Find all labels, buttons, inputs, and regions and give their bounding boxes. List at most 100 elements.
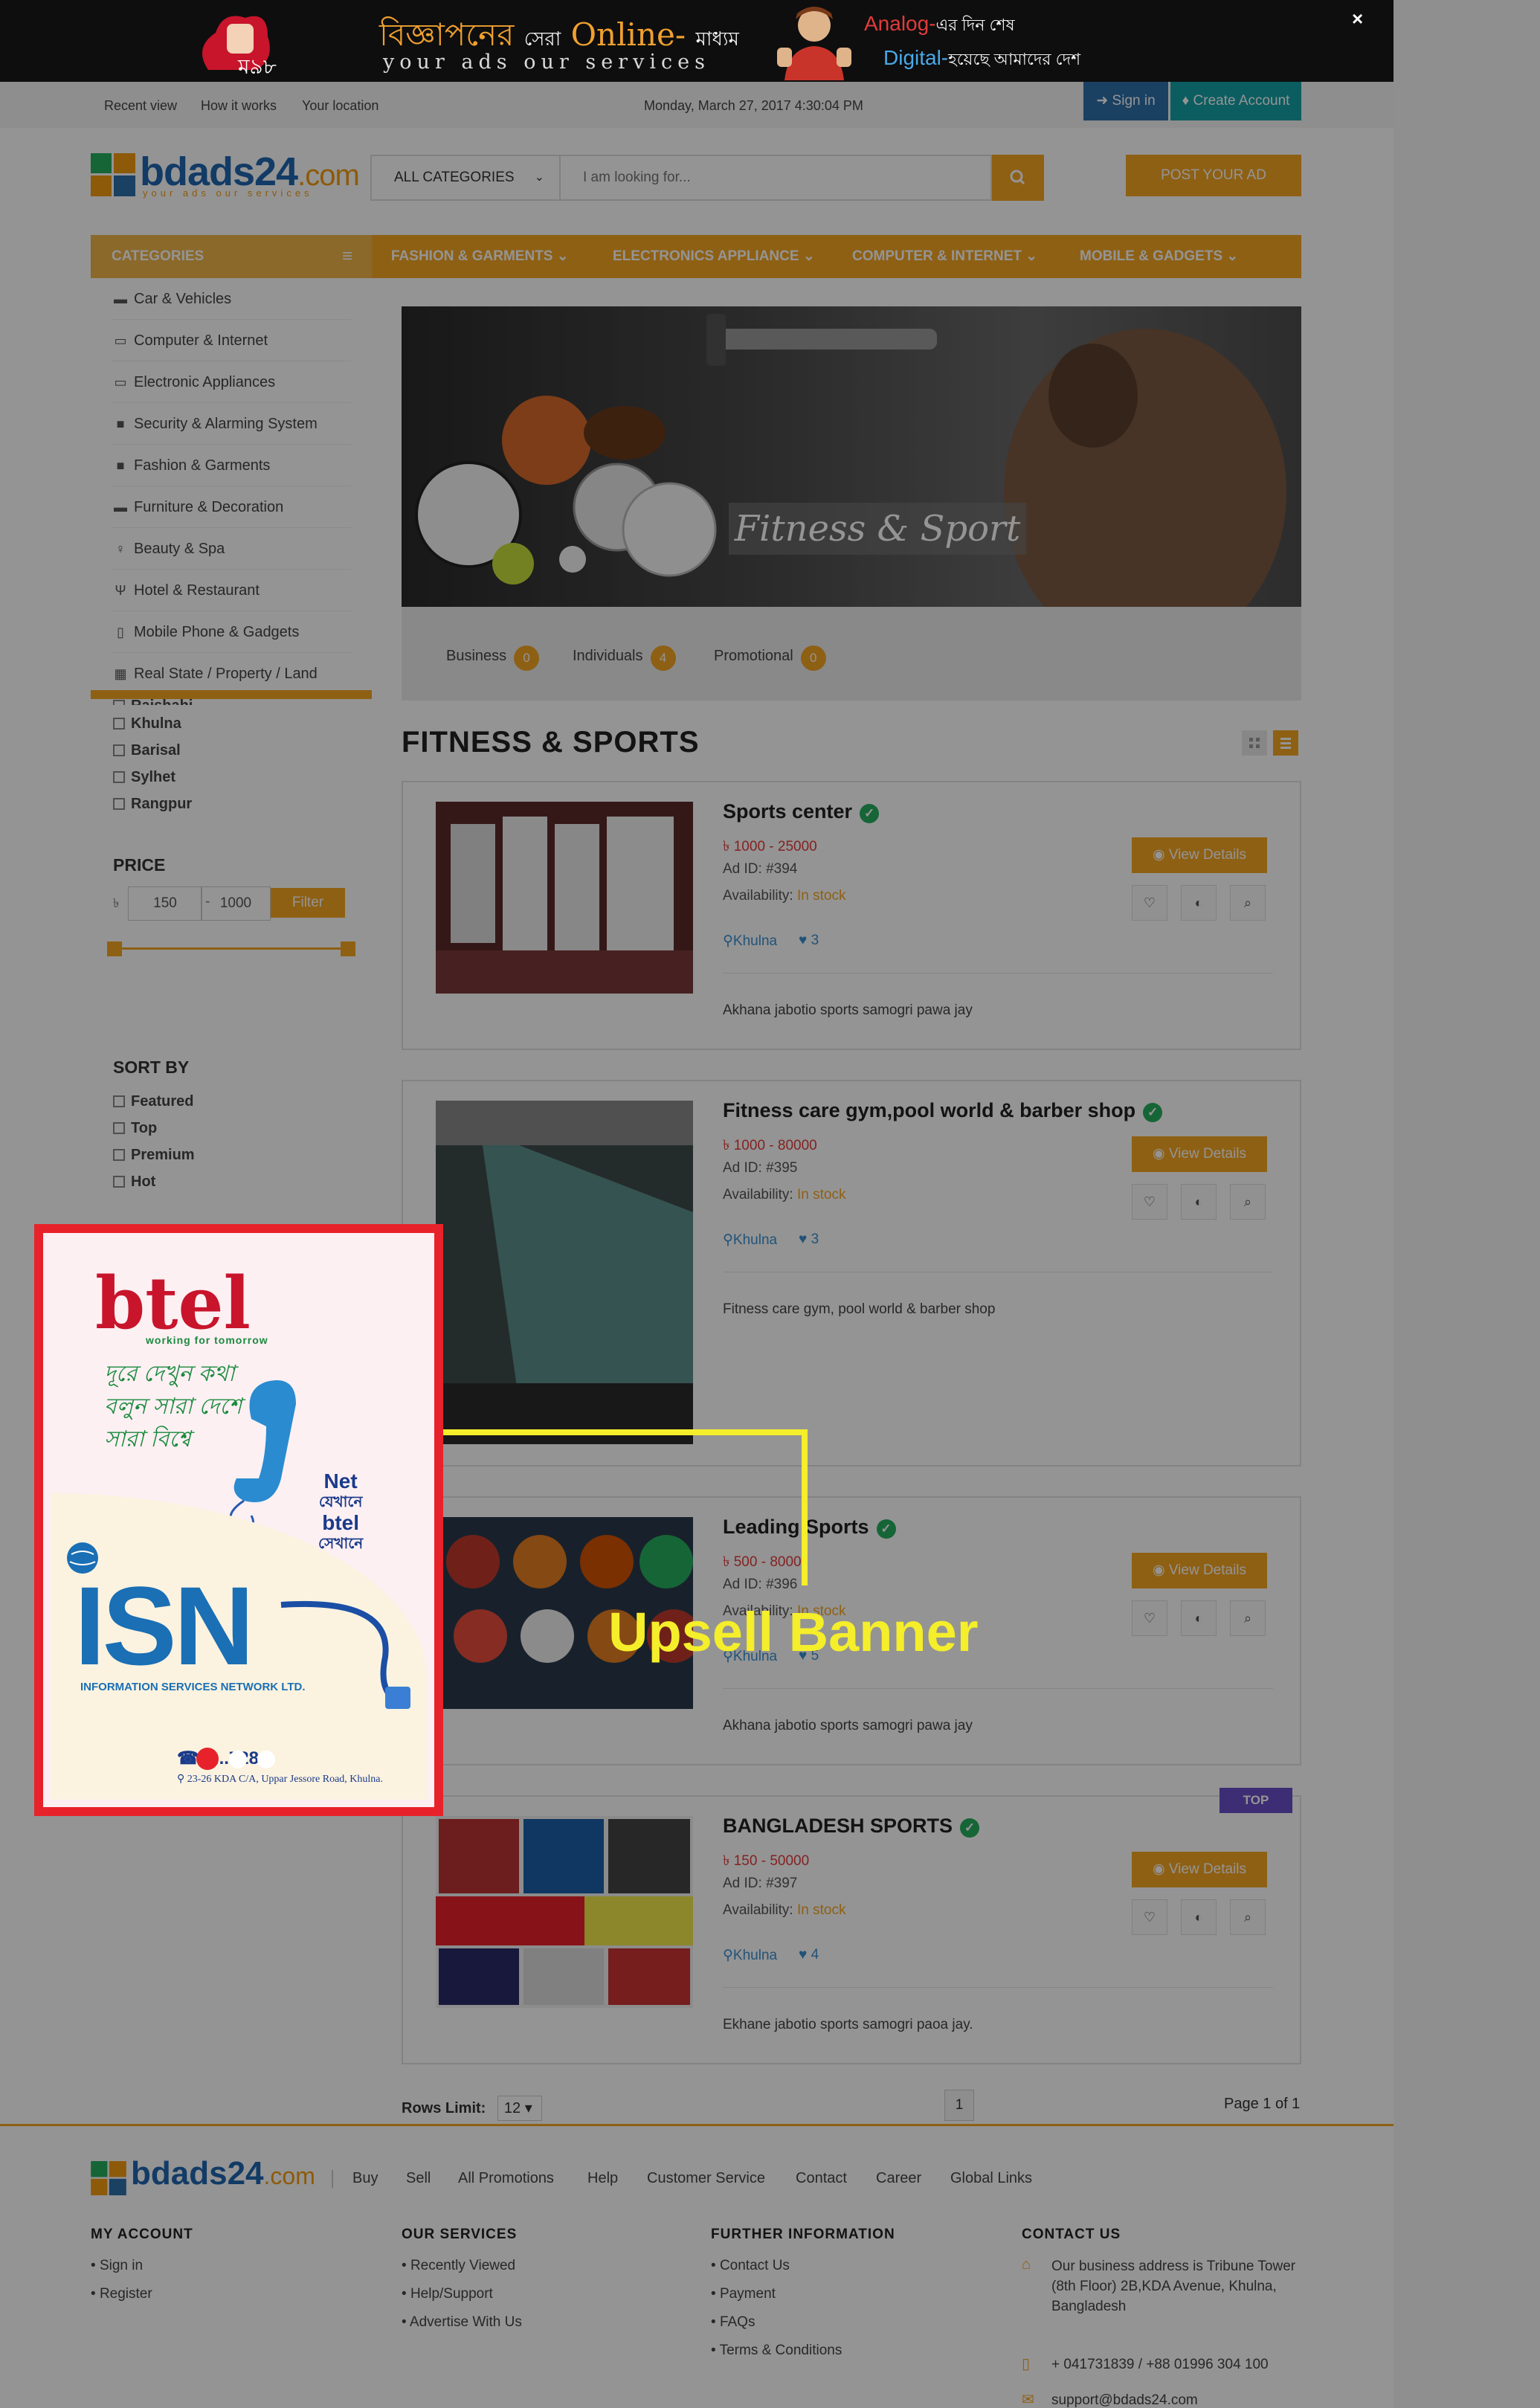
sort-premium[interactable]: Premium [113, 1147, 195, 1164]
footer-link-help[interactable]: Help [587, 2170, 618, 2187]
sidebar-item-electronic[interactable]: ▭ Electronic Appliances [112, 361, 351, 403]
view-details-button[interactable]: ◉ View Details [1132, 837, 1267, 873]
carousel-dot[interactable] [229, 1751, 247, 1768]
view-details-button[interactable]: ◉ View Details [1132, 1553, 1267, 1588]
city-khulna[interactable]: Khulna [113, 715, 181, 733]
footer-register-link[interactable]: • Register [91, 2286, 152, 2302]
city-rajshahi[interactable]: Rajshahi [113, 698, 193, 705]
nav-item-electronics[interactable]: ELECTRONICS APPLIANCE ⌄ [613, 235, 815, 278]
favorite-button[interactable]: ♡ [1132, 1184, 1167, 1220]
sidebar-item-realestate[interactable]: ▦ Real State / Property / Land [112, 653, 351, 695]
listing-location[interactable]: ⚲Khulna [723, 933, 777, 950]
footer-payment-link[interactable]: • Payment [711, 2286, 776, 2302]
how-it-works-link[interactable]: How it works [201, 98, 277, 114]
checkbox[interactable] [113, 1149, 125, 1161]
page-number-button[interactable]: 1 [944, 2090, 974, 2121]
tab-promotional[interactable]: Promotional 0 [714, 646, 826, 671]
compare-button[interactable]: ◐ [1181, 1600, 1217, 1636]
sidebar-item-mobile[interactable]: ▯ Mobile Phone & Gadgets [112, 611, 351, 653]
footer-link-promotions[interactable]: All Promotions [458, 2170, 554, 2187]
tab-business[interactable]: Business 0 [446, 646, 540, 671]
city-barisal[interactable]: Barisal [113, 742, 181, 759]
favorite-button[interactable]: ♡ [1132, 885, 1167, 921]
category-select[interactable]: ALL CATEGORIES ⌄ [370, 155, 561, 201]
sort-featured[interactable]: Featured [113, 1093, 193, 1110]
listing-photo[interactable] [436, 1816, 693, 2008]
footer-help-support-link[interactable]: • Help/Support [402, 2286, 493, 2302]
price-min-input[interactable]: 150 [128, 886, 202, 921]
tab-individuals[interactable]: Individuals 4 [573, 646, 676, 671]
checkbox[interactable] [113, 1095, 125, 1107]
price-range-handle-min[interactable] [107, 941, 122, 956]
sidebar-item-furniture[interactable]: ▬ Furniture & Decoration [112, 486, 351, 528]
listing-location[interactable]: ⚲Khulna [723, 1947, 777, 1964]
your-location-link[interactable]: Your location [302, 98, 378, 114]
compare-button[interactable]: ◐ [1181, 1184, 1217, 1220]
footer-link-customer-service[interactable]: Customer Service [647, 2170, 765, 2187]
footer-advertise-link[interactable]: • Advertise With Us [402, 2314, 522, 2331]
quick-view-button[interactable]: ⌕ [1230, 1899, 1266, 1935]
compare-button[interactable]: ◐ [1181, 1899, 1217, 1935]
search-input[interactable] [561, 155, 992, 201]
footer-link-contact[interactable]: Contact [796, 2170, 847, 2187]
checkbox[interactable] [113, 718, 125, 730]
post-ad-button[interactable]: POST YOUR AD [1126, 155, 1301, 196]
checkbox[interactable] [113, 700, 125, 705]
checkbox[interactable] [113, 1176, 125, 1188]
sort-hot[interactable]: Hot [113, 1174, 155, 1191]
footer-email[interactable]: support@bdads24.com [1051, 2390, 1198, 2408]
create-account-button[interactable]: ♦ Create Account [1170, 82, 1301, 120]
recent-view-link[interactable]: Recent view [104, 98, 177, 114]
search-button[interactable] [992, 155, 1044, 201]
city-sylhet[interactable]: Sylhet [113, 769, 175, 786]
footer-faqs-link[interactable]: • FAQs [711, 2314, 755, 2331]
footer-link-buy[interactable]: Buy [352, 2170, 378, 2187]
listing-title[interactable]: BANGLADESH SPORTS ✓ [723, 1815, 980, 1838]
sign-in-button[interactable]: ➜ Sign in [1083, 82, 1168, 120]
sidebar-item-security[interactable]: ■ Security & Alarming System [112, 403, 351, 445]
top-promo-banner[interactable]: ম৯৮ বিজ্ঞাপনের সেরা Online- মাধ্যম your … [0, 0, 1394, 82]
price-filter-button[interactable]: Filter [271, 888, 345, 918]
quick-view-button[interactable]: ⌕ [1230, 1184, 1266, 1220]
sidebar-item-computer[interactable]: ▭ Computer & Internet [112, 320, 351, 361]
sidebar-item-hotel[interactable]: Ψ Hotel & Restaurant [112, 570, 351, 611]
view-details-button[interactable]: ◉ View Details [1132, 1136, 1267, 1172]
footer-link-career[interactable]: Career [876, 2170, 921, 2187]
rows-limit-select[interactable]: 12 ▾ [497, 2096, 542, 2121]
price-range-handle-max[interactable] [341, 941, 355, 956]
price-max-input[interactable]: 1000 [201, 886, 271, 921]
checkbox[interactable] [113, 798, 125, 810]
listing-title[interactable]: Sports center ✓ [723, 800, 880, 823]
nav-item-computer[interactable]: COMPUTER & INTERNET ⌄ [852, 235, 1037, 278]
nav-item-mobile[interactable]: MOBILE & GADGETS ⌄ [1080, 235, 1238, 278]
sidebar-item-fashion[interactable]: ■ Fashion & Garments [112, 445, 351, 486]
grid-view-button[interactable] [1242, 730, 1267, 756]
site-logo[interactable]: bdads24.com your ads our services [91, 149, 360, 201]
compare-button[interactable]: ◐ [1181, 885, 1217, 921]
carousel-dot[interactable] [257, 1751, 275, 1768]
city-rangpur[interactable]: Rangpur [113, 796, 192, 813]
sidebar-item-car[interactable]: ▬ Car & Vehicles [112, 278, 351, 320]
sort-top[interactable]: Top [113, 1120, 157, 1137]
footer-recently-viewed-link[interactable]: • Recently Viewed [402, 2258, 515, 2274]
list-view-button[interactable] [1273, 730, 1298, 756]
listing-title[interactable]: Leading Sports ✓ [723, 1516, 896, 1539]
checkbox[interactable] [113, 771, 125, 783]
footer-contact-us-link[interactable]: • Contact Us [711, 2258, 790, 2274]
checkbox[interactable] [113, 744, 125, 756]
checkbox[interactable] [113, 1122, 125, 1134]
view-details-button[interactable]: ◉ View Details [1132, 1852, 1267, 1887]
footer-terms-link[interactable]: • Terms & Conditions [711, 2343, 842, 2359]
categories-toggle[interactable]: CATEGORIES ≡ [91, 235, 372, 278]
footer-sign-in-link[interactable]: • Sign in [91, 2258, 143, 2274]
quick-view-button[interactable]: ⌕ [1230, 1600, 1266, 1636]
favorite-button[interactable]: ♡ [1132, 1899, 1167, 1935]
nav-item-fashion[interactable]: FASHION & GARMENTS ⌄ [391, 235, 569, 278]
listing-title[interactable]: Fitness care gym,pool world & barber sho… [723, 1099, 1163, 1122]
listing-photo[interactable] [436, 802, 693, 994]
footer-link-sell[interactable]: Sell [406, 2170, 431, 2187]
close-banner-button[interactable]: × [1352, 7, 1363, 30]
footer-link-global[interactable]: Global Links [950, 2170, 1032, 2187]
favorite-button[interactable]: ♡ [1132, 1600, 1167, 1636]
listing-photo[interactable] [436, 1101, 693, 1444]
